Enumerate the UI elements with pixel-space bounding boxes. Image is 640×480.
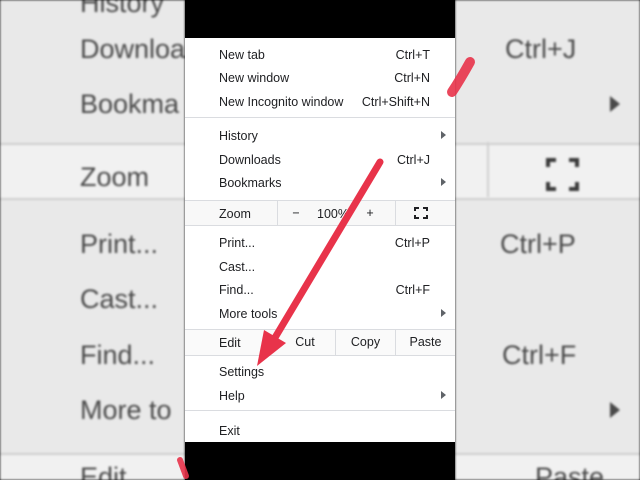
zoom-divider bbox=[395, 201, 396, 225]
cut-button[interactable]: Cut bbox=[267, 330, 343, 355]
bg-chevron-right-icon bbox=[610, 402, 620, 418]
fullscreen-icon[interactable] bbox=[414, 207, 428, 219]
menu-item-settings[interactable]: Settings bbox=[185, 360, 455, 382]
menu-item-label: Bookmarks bbox=[219, 176, 282, 190]
menu-item-new-tab[interactable]: New tab Ctrl+T bbox=[185, 43, 455, 65]
menu-item-bookmarks[interactable]: Bookmarks bbox=[185, 171, 455, 193]
zoom-row: Zoom − 100% + bbox=[185, 200, 455, 226]
bg-find-shortcut: Ctrl+F bbox=[502, 340, 577, 370]
bg-more-tools: More to bbox=[80, 395, 172, 425]
zoom-out-button[interactable]: − bbox=[289, 206, 303, 220]
menu-item-label: Exit bbox=[219, 424, 240, 438]
menu-divider bbox=[185, 410, 455, 411]
copy-button[interactable]: Copy bbox=[335, 330, 395, 355]
menu-item-shortcut: Ctrl+Shift+N bbox=[361, 95, 430, 109]
bg-bookmarks: Bookma bbox=[80, 89, 180, 119]
bg-divider bbox=[0, 143, 185, 145]
menu-item-exit[interactable]: Exit bbox=[185, 419, 455, 441]
bg-print-shortcut: Ctrl+P bbox=[500, 229, 576, 259]
menu-item-shortcut: Ctrl+F bbox=[395, 283, 430, 297]
bg-downloads-shortcut: Ctrl+J bbox=[505, 34, 577, 64]
menu-item-label: New tab bbox=[219, 48, 265, 62]
bg-cast: Cast... bbox=[80, 284, 159, 314]
menu-item-label: Find... bbox=[219, 283, 254, 297]
bg-paste: Paste bbox=[535, 462, 605, 480]
edit-row: Edit Cut Copy Paste bbox=[185, 329, 455, 356]
menu-item-label: History bbox=[219, 129, 258, 143]
bg-divider bbox=[455, 453, 640, 455]
menu-item-label: Help bbox=[219, 389, 245, 403]
menu-item-downloads[interactable]: Downloads Ctrl+J bbox=[185, 148, 455, 170]
menu-item-print[interactable]: Print... Ctrl+P bbox=[185, 231, 455, 253]
background-left: History Downloa Bookma Zoom Print... Cas… bbox=[0, 0, 185, 480]
edit-label: Edit bbox=[219, 336, 241, 350]
zoom-label: Zoom bbox=[219, 207, 251, 221]
bg-chevron-right-icon bbox=[610, 96, 620, 112]
bg-downloads: Downloa bbox=[80, 34, 185, 64]
bg-divider bbox=[0, 198, 185, 200]
bg-divider bbox=[455, 198, 640, 200]
menu-item-new-window[interactable]: New window Ctrl+N bbox=[185, 66, 455, 88]
menu-item-shortcut: Ctrl+J bbox=[397, 153, 430, 167]
menu-item-more-tools[interactable]: More tools bbox=[185, 302, 455, 324]
menu-item-shortcut: Ctrl+P bbox=[394, 236, 430, 250]
menu-item-find[interactable]: Find... Ctrl+F bbox=[185, 278, 455, 300]
menu-item-label: New Incognito window bbox=[219, 95, 344, 109]
menu-item-label: Print... bbox=[219, 236, 256, 250]
bg-zoom: Zoom bbox=[80, 162, 150, 192]
menu-item-label: Settings bbox=[219, 365, 265, 379]
menu-item-label: Downloads bbox=[219, 153, 281, 167]
bg-find: Find... bbox=[80, 340, 156, 370]
menu-item-label: Cast... bbox=[219, 260, 256, 274]
menu-item-label: New window bbox=[219, 71, 290, 85]
chevron-right-icon bbox=[441, 391, 446, 399]
menu-item-new-incognito-window[interactable]: New Incognito window Ctrl+Shift+N bbox=[185, 90, 455, 112]
paste-button[interactable]: Paste bbox=[395, 330, 455, 355]
bg-print: Print... bbox=[80, 229, 159, 259]
zoom-divider bbox=[277, 201, 278, 225]
zoom-level: 100% bbox=[317, 207, 349, 221]
browser-main-menu: New tab Ctrl+T New window Ctrl+N New Inc… bbox=[185, 38, 455, 442]
chevron-right-icon bbox=[441, 178, 446, 186]
chevron-right-icon bbox=[441, 309, 446, 317]
menu-item-help[interactable]: Help bbox=[185, 384, 455, 406]
bg-fullscreen-icon bbox=[546, 158, 579, 191]
zoom-in-button[interactable]: + bbox=[363, 206, 377, 220]
menu-divider bbox=[185, 117, 455, 118]
bg-divider bbox=[455, 143, 640, 145]
chevron-right-icon bbox=[441, 131, 446, 139]
menu-item-shortcut: Ctrl+T bbox=[395, 48, 430, 62]
bg-history: History bbox=[80, 0, 165, 18]
background-right: Ctrl+J Ctrl+P Ctrl+F Paste bbox=[455, 0, 640, 480]
menu-item-label: More tools bbox=[219, 307, 278, 321]
menu-item-history[interactable]: History bbox=[185, 124, 455, 146]
bg-edit: Edit bbox=[80, 462, 127, 480]
menu-item-shortcut: Ctrl+N bbox=[394, 71, 430, 85]
bg-divider bbox=[0, 453, 185, 455]
menu-item-cast[interactable]: Cast... bbox=[185, 255, 455, 277]
bg-vertical-divider bbox=[487, 142, 489, 197]
